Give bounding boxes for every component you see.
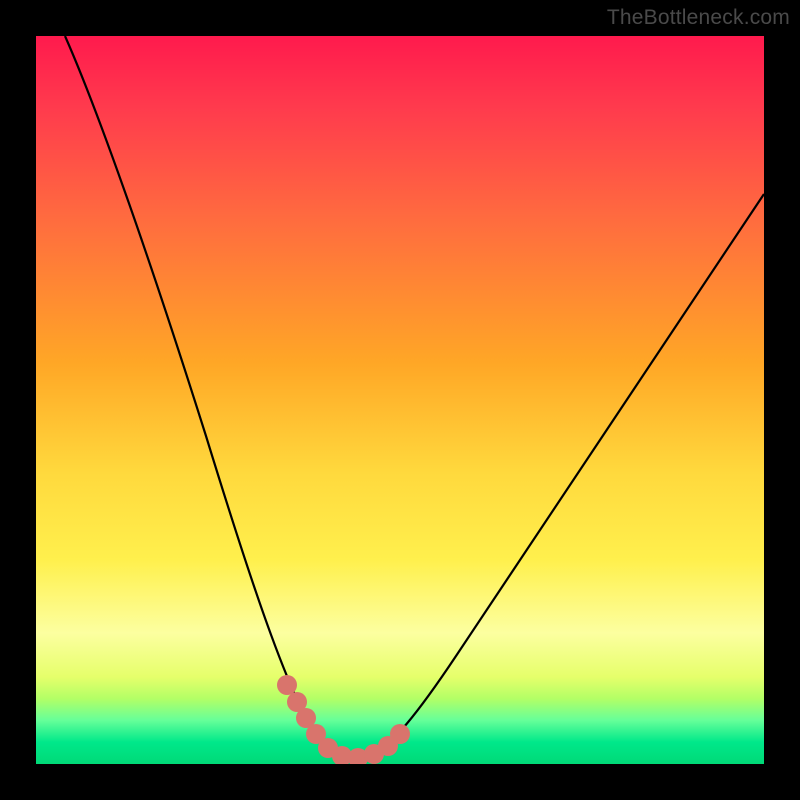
- chart-frame: TheBottleneck.com: [0, 0, 800, 800]
- highlight-dot: [277, 675, 297, 695]
- watermark-text: TheBottleneck.com: [607, 6, 790, 30]
- bottleneck-curve: [65, 36, 764, 759]
- curve-svg: [36, 36, 764, 764]
- highlight-dots-group: [277, 675, 410, 764]
- plot-area: [36, 36, 764, 764]
- highlight-dot: [390, 724, 410, 744]
